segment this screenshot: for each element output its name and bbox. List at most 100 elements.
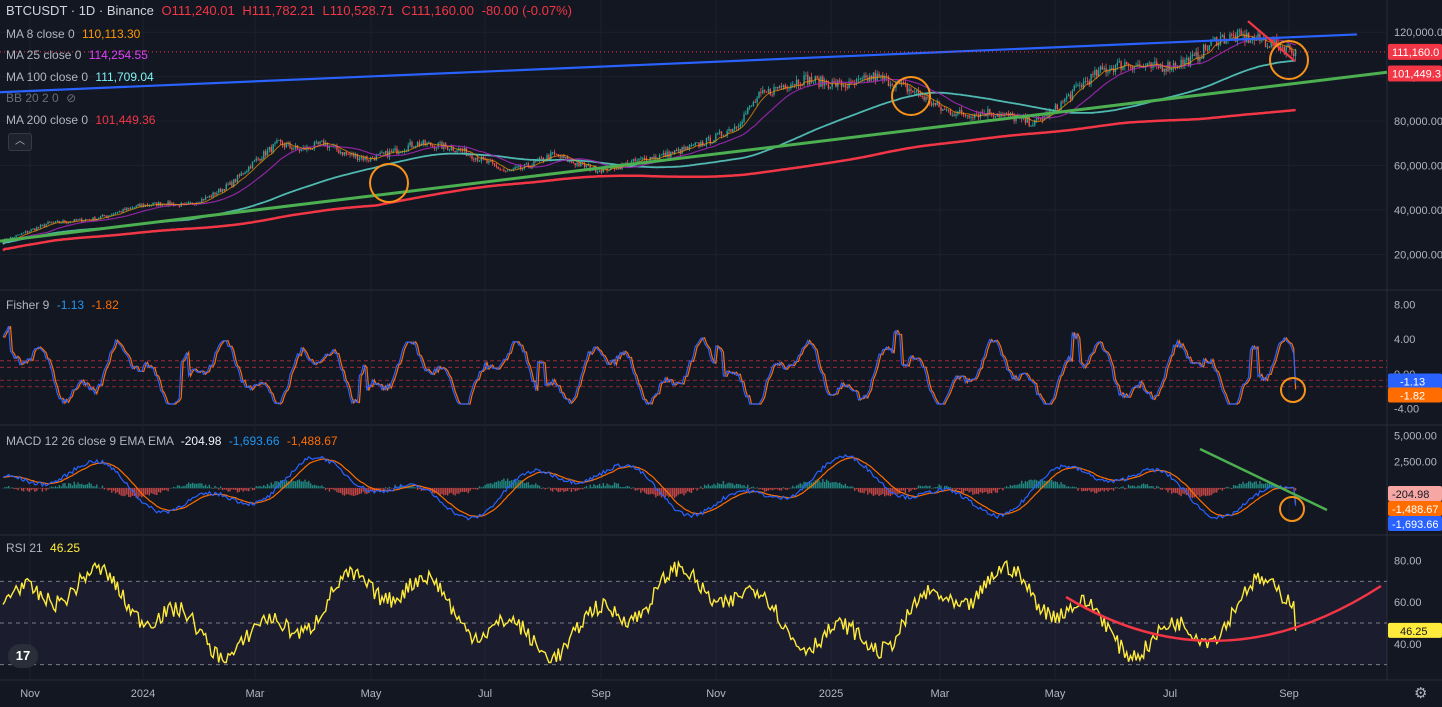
macd-histogram-bar [90, 483, 92, 489]
candle [1193, 54, 1195, 56]
fisher-legend[interactable]: Fisher 9 -1.13 -1.82 [6, 298, 119, 312]
candle [540, 157, 543, 159]
candle [249, 166, 252, 169]
fisher-value-label: -1.82 [1400, 391, 1425, 403]
candle [683, 147, 685, 150]
candle [1079, 84, 1081, 86]
candle [293, 148, 295, 150]
macd-histogram-bar [852, 486, 854, 489]
candle [1225, 40, 1227, 44]
candle [1208, 45, 1210, 51]
candle [251, 161, 254, 169]
macd-histogram-bar [1028, 479, 1030, 489]
candle [1081, 84, 1083, 88]
macd-value-label: -204.98 [1392, 489, 1429, 501]
macd-histogram-bar [1163, 487, 1165, 489]
gear-icon[interactable]: ⚙ [1414, 684, 1427, 702]
macd-histogram-bar [1126, 487, 1128, 489]
candle [690, 145, 693, 146]
macd-histogram-bar [685, 487, 687, 494]
rsi-tick-label: 80.00 [1394, 556, 1422, 568]
symbol-title[interactable]: BTCUSDT · 1D · Binance [6, 3, 154, 18]
low-value: L110,528.71 [322, 3, 394, 18]
macd-histogram-bar [293, 481, 295, 489]
candle [1191, 54, 1194, 57]
macd-histogram-bar [546, 487, 548, 489]
macd-histogram-bar [266, 483, 269, 489]
ma25-value: 114,254.55 [88, 48, 148, 62]
candle [844, 85, 847, 88]
candle [231, 182, 233, 187]
macd-histogram-bar [180, 486, 182, 489]
macd-histogram-bar [690, 487, 693, 493]
macd-histogram-bar [1137, 485, 1139, 489]
chart-canvas[interactable]: 120,000.00100,000.0080,000.0060,000.0040… [0, 0, 1442, 707]
candle [278, 140, 280, 141]
candle [747, 107, 749, 114]
macd-histogram-bar [338, 487, 340, 493]
macd-histogram-bar [21, 487, 23, 491]
macd-histogram-bar [842, 485, 845, 489]
candle [880, 75, 882, 77]
macd-histogram-bar [1022, 483, 1025, 489]
macd-histogram-bar [1035, 480, 1038, 489]
macd-histogram-bar [218, 487, 220, 490]
candle [1221, 35, 1224, 38]
macd-histogram-bar [471, 487, 473, 489]
candle [223, 188, 226, 191]
ma25-legend[interactable]: MA 25 close 0 114,254.55 [6, 48, 148, 62]
candle [685, 146, 687, 150]
macd-histogram-bar [1174, 487, 1177, 494]
collapse-legend-button[interactable]: ︿ [8, 133, 32, 151]
macd-histogram-bar [39, 487, 42, 489]
candle [1174, 62, 1177, 68]
macd-histogram-bar [304, 479, 306, 489]
macd-legend[interactable]: MACD 12 26 close 9 EMA EMA -204.98 -1,69… [6, 434, 338, 448]
macd-histogram-bar [1219, 487, 1222, 490]
tradingview-logo[interactable]: 17 [8, 644, 38, 668]
ma8-legend[interactable]: MA 8 close 0 110,113.30 [6, 27, 140, 41]
macd-histogram-bar [43, 487, 45, 489]
ma100-label: MA 100 close 0 [6, 70, 89, 84]
candle [1064, 98, 1066, 102]
macd-histogram-bar [1257, 484, 1259, 489]
macd-histogram-bar [990, 487, 993, 494]
bb-legend[interactable]: BB 20 2 0 ⊘ [6, 91, 76, 105]
macd-histogram-bar [1127, 484, 1130, 489]
macd-histogram-bar [874, 487, 877, 495]
macd-histogram-bar [1024, 481, 1027, 489]
macd-histogram-bar [1167, 487, 1169, 493]
macd-histogram-bar [927, 486, 929, 489]
macd-histogram-bar [687, 487, 689, 492]
candle [66, 222, 68, 224]
candle [37, 227, 40, 229]
macd-histogram-bar [330, 487, 332, 490]
candle [572, 162, 575, 164]
macd-histogram-bar [478, 486, 481, 489]
ma200-legend[interactable]: MA 200 close 0 101,449.36 [6, 113, 155, 127]
macd-histogram-bar [536, 484, 539, 489]
macd-histogram-bar [1056, 481, 1059, 489]
macd-histogram-bar [274, 481, 276, 489]
candle [39, 225, 42, 228]
macd-histogram-bar [317, 485, 319, 489]
candle [154, 202, 156, 204]
macd-histogram-bar [566, 487, 569, 491]
candle [889, 84, 892, 86]
rsi-legend[interactable]: RSI 21 46.25 [6, 541, 80, 555]
eye-hidden-icon[interactable]: ⊘ [66, 91, 76, 105]
symbol-header: BTCUSDT · 1D · Binance O111,240.01 H111,… [6, 4, 572, 18]
candle [255, 158, 257, 161]
candle [276, 140, 278, 143]
macd-histogram-bar [257, 486, 259, 489]
macd-histogram-bar [1067, 486, 1070, 489]
macd-histogram-bar [4, 487, 6, 489]
price-label: 111,160.0 [1392, 47, 1439, 59]
macd-histogram-bar [97, 487, 100, 489]
candle [285, 144, 287, 148]
macd-histogram-bar [1157, 486, 1160, 489]
macd-histogram-bar [439, 487, 441, 496]
candle [735, 126, 738, 128]
ma100-legend[interactable]: MA 100 close 0 111,709.04 [6, 70, 154, 84]
macd-histogram-bar [854, 487, 856, 491]
